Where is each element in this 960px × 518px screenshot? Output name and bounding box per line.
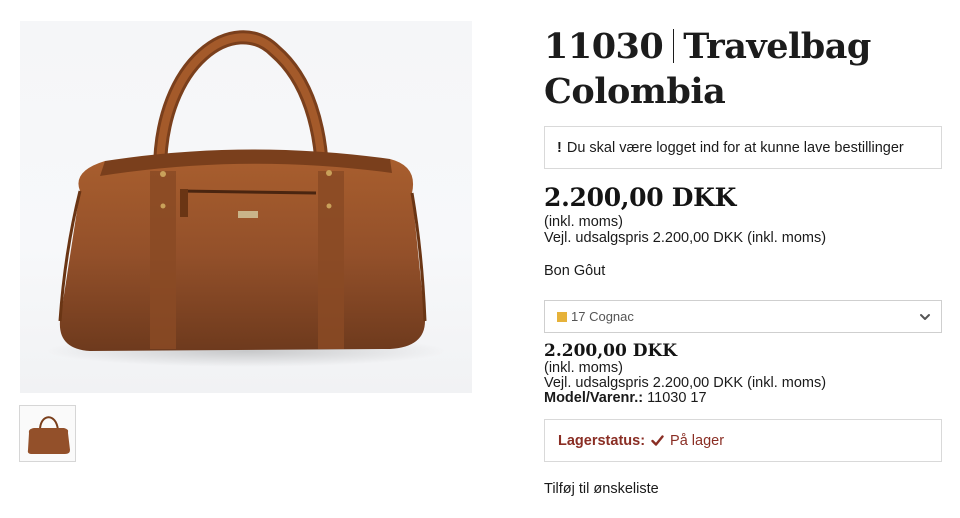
exclamation-icon: ! (557, 139, 562, 156)
add-to-wishlist-link[interactable]: Tilføj til ønskeliste (544, 481, 659, 497)
product-brand: Bon Gôut (544, 263, 606, 279)
model-label: Model/Varenr.: (544, 390, 644, 406)
product-gallery (0, 0, 480, 518)
checkmark-icon (651, 435, 664, 446)
product-main-image[interactable] (20, 21, 472, 393)
title-separator (673, 29, 675, 63)
product-name-line2: Colombia (544, 71, 726, 112)
variant-select[interactable]: 17 Cognac (544, 300, 942, 333)
variant-price-incl-vat: (inkl. moms) (544, 360, 623, 376)
color-swatch (557, 311, 567, 322)
product-price: 2.200,00 DKK (544, 183, 737, 212)
price-rrp: Vejl. udsalgspris 2.200,00 DKK (inkl. mo… (544, 230, 827, 246)
login-notice: ! Du skal være logget ind for at kunne l… (544, 126, 942, 169)
variant-price: 2.200,00 DKK (544, 341, 678, 361)
chevron-down-icon (920, 313, 930, 320)
stock-value: På lager (670, 432, 725, 449)
product-title: 11030 Travelbag Colombia (544, 24, 944, 114)
product-sku: 11030 (544, 26, 664, 67)
product-name-line1: Travelbag (683, 26, 871, 67)
login-notice-text: Du skal være logget ind for at kunne lav… (566, 139, 904, 156)
variant-price-rrp: Vejl. udsalgspris 2.200,00 DKK (inkl. mo… (544, 375, 827, 391)
price-incl-vat: (inkl. moms) (544, 214, 623, 230)
model-value: 11030 17 (647, 390, 707, 406)
stock-status: Lagerstatus: På lager (544, 419, 942, 462)
variant-selected-value: 17 Cognac (571, 309, 634, 324)
stock-label: Lagerstatus: (558, 432, 646, 449)
model-number: Model/Varenr.: 11030 17 (544, 390, 707, 406)
product-thumbnail[interactable] (19, 405, 76, 462)
